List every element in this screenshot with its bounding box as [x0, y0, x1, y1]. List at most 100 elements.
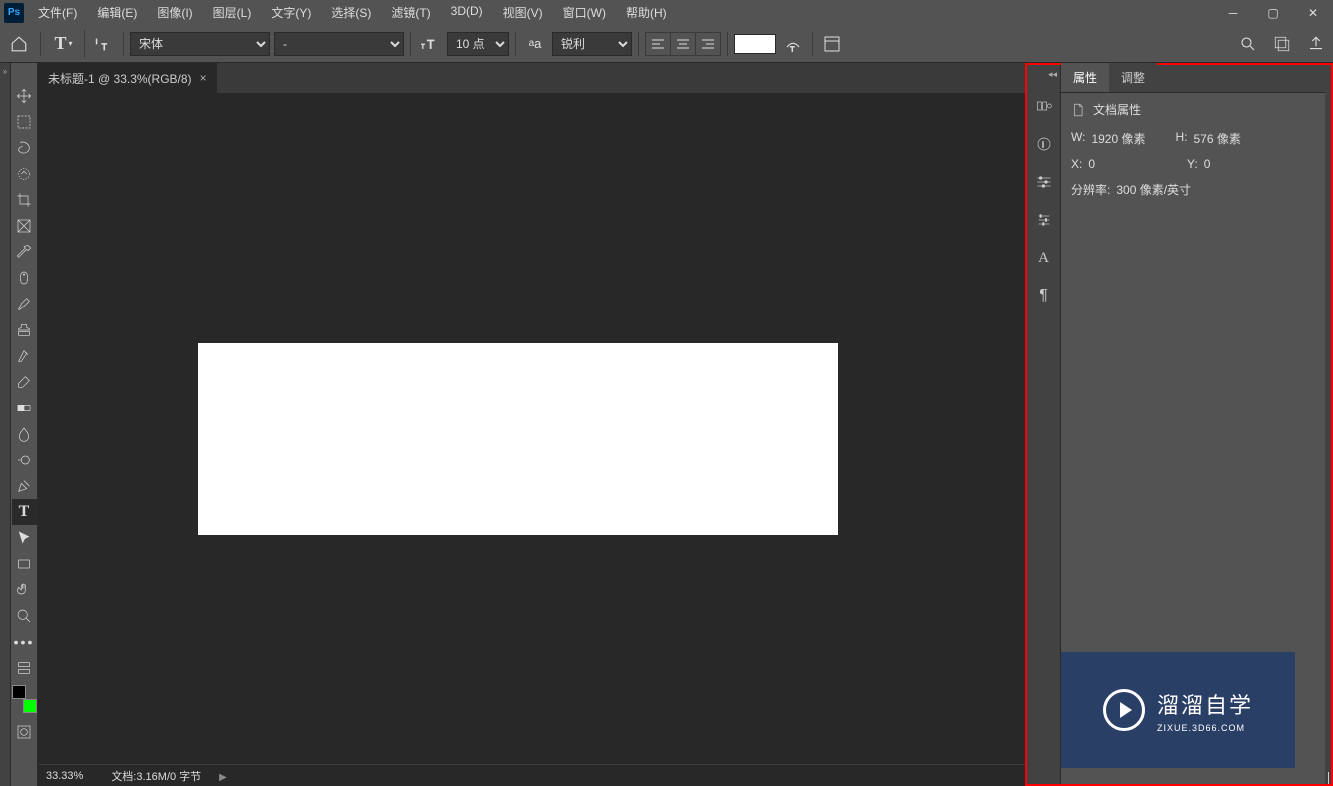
rectangle-tool[interactable] [12, 551, 37, 577]
menu-help[interactable]: 帮助(H) [616, 0, 677, 25]
zoom-tool[interactable] [12, 603, 37, 629]
svg-text:i: i [1042, 139, 1044, 149]
svg-text:T: T [102, 42, 108, 52]
gradient-tool[interactable] [12, 395, 37, 421]
history-brush-tool[interactable] [12, 343, 37, 369]
maximize-button[interactable]: ▢ [1253, 0, 1293, 25]
watermark: 溜溜自学 ZIXUE.3D66.COM [1061, 652, 1295, 768]
panel-tabs: 属性 调整 [1061, 65, 1325, 93]
dodge-tool[interactable] [12, 447, 37, 473]
menu-select[interactable]: 选择(S) [321, 0, 381, 25]
tab-properties[interactable]: 属性 [1061, 63, 1109, 92]
font-style-select[interactable]: - [274, 32, 404, 56]
canvas-viewport[interactable] [38, 93, 1025, 764]
background-color[interactable] [23, 699, 37, 713]
document-icon [1071, 103, 1085, 117]
close-button[interactable]: ✕ [1293, 0, 1333, 25]
more-tools[interactable]: ••• [12, 629, 37, 655]
divider [123, 32, 124, 56]
divider [515, 32, 516, 56]
adjustments-panel-icon[interactable] [1030, 208, 1058, 232]
svg-text:I: I [96, 37, 98, 46]
divider [727, 32, 728, 56]
lasso-tool[interactable] [12, 135, 37, 161]
menu-filter[interactable]: 滤镜(T) [381, 0, 440, 25]
watermark-subtext: ZIXUE.3D66.COM [1157, 723, 1253, 733]
svg-text:T: T [421, 44, 425, 50]
paragraph-panel-icon[interactable]: ¶ [1030, 284, 1058, 308]
menu-image[interactable]: 图像(I) [147, 0, 202, 25]
canvas[interactable] [198, 343, 838, 535]
prop-height: H:576 像素 [1175, 130, 1240, 147]
svg-text:T: T [790, 44, 795, 53]
healing-tool[interactable] [12, 265, 37, 291]
close-tab-icon[interactable]: × [200, 71, 207, 85]
menu-view[interactable]: 视图(V) [493, 0, 553, 25]
character-panel-button[interactable] [819, 32, 845, 56]
character-panel-icon[interactable]: A [1030, 246, 1058, 270]
search-button[interactable] [1235, 32, 1261, 56]
menu-type[interactable]: 文字(Y) [261, 0, 321, 25]
antialias-select[interactable]: 锐利 [552, 32, 632, 56]
tab-adjustments[interactable]: 调整 [1109, 63, 1157, 92]
active-tool-indicator[interactable]: T▾ [47, 30, 85, 58]
quick-select-tool[interactable] [12, 161, 37, 187]
crop-tool[interactable] [12, 187, 37, 213]
pen-tool[interactable] [12, 473, 37, 499]
share-button[interactable] [1303, 32, 1329, 56]
menu-window[interactable]: 窗口(W) [553, 0, 616, 25]
collapse-chevron-icon[interactable]: » [3, 67, 7, 76]
menu-file[interactable]: 文件(F) [28, 0, 87, 25]
doc-info[interactable]: 文档:3.16M/0 字节▶ [111, 768, 227, 784]
quickmask-toggle[interactable] [12, 719, 37, 745]
align-right-button[interactable] [696, 33, 720, 55]
divider [40, 32, 41, 56]
screen-mode-button[interactable] [1269, 32, 1295, 56]
path-select-tool[interactable] [12, 525, 37, 551]
text-orientation-toggle[interactable]: IT [89, 30, 117, 58]
app-icon: Ps [4, 3, 24, 23]
panel-icon-column: ◂◂ i A ¶ [1027, 65, 1061, 784]
align-left-button[interactable] [646, 33, 670, 55]
menu-3d[interactable]: 3D(D) [441, 0, 493, 25]
right-options [1235, 32, 1329, 56]
status-arrow-icon[interactable]: ▶ [219, 772, 227, 783]
document-tab[interactable]: 未标题-1 @ 33.3%(RGB/8) × [38, 63, 217, 93]
edit-toolbar-button[interactable] [12, 655, 37, 681]
menu-edit[interactable]: 编辑(E) [87, 0, 147, 25]
clone-stamp-tool[interactable] [12, 317, 37, 343]
statusbar: 33.33% 文档:3.16M/0 字节▶ [38, 764, 1025, 786]
zoom-level[interactable]: 33.33% [46, 770, 83, 782]
window-controls: ─ ▢ ✕ [1213, 0, 1333, 25]
brush-panel-icon[interactable] [1030, 170, 1058, 194]
move-tool[interactable] [12, 83, 37, 109]
menubar: 文件(F) 编辑(E) 图像(I) 图层(L) 文字(Y) 选择(S) 滤镜(T… [28, 0, 1213, 25]
home-button[interactable] [4, 30, 34, 58]
minimize-button[interactable]: ─ [1213, 0, 1253, 25]
marquee-tool[interactable] [12, 109, 37, 135]
brush-tool[interactable] [12, 291, 37, 317]
prop-x: X:0 [1071, 157, 1095, 171]
eyedropper-tool[interactable] [12, 239, 37, 265]
hand-tool[interactable] [12, 577, 37, 603]
menu-layer[interactable]: 图层(L) [203, 0, 262, 25]
warp-text-button[interactable]: T [780, 32, 806, 56]
foreground-color[interactable] [12, 685, 26, 699]
antialias-icon: aa [522, 32, 548, 56]
color-swatches[interactable] [12, 685, 37, 713]
blur-tool[interactable] [12, 421, 37, 447]
prop-width: W:1920 像素 [1071, 130, 1145, 147]
align-center-button[interactable] [671, 33, 695, 55]
color-panel-icon[interactable] [1030, 94, 1058, 118]
text-color-swatch[interactable] [734, 34, 776, 54]
font-size-select[interactable]: 10 点 [447, 32, 509, 56]
font-family-select[interactable]: 宋体 [130, 32, 270, 56]
document-tabbar: 未标题-1 @ 33.3%(RGB/8) × [38, 63, 1025, 93]
frame-tool[interactable] [12, 213, 37, 239]
type-tool[interactable]: T [12, 499, 37, 525]
eraser-tool[interactable] [12, 369, 37, 395]
document-tab-label: 未标题-1 @ 33.3%(RGB/8) [48, 70, 192, 87]
info-panel-icon[interactable]: i [1030, 132, 1058, 156]
collapse-panels-icon[interactable]: ◂◂ [1048, 69, 1057, 80]
properties-panel: 属性 调整 文档属性 W:1920 像素 H:576 像素 X:0 Y:0 分辨… [1061, 65, 1325, 784]
